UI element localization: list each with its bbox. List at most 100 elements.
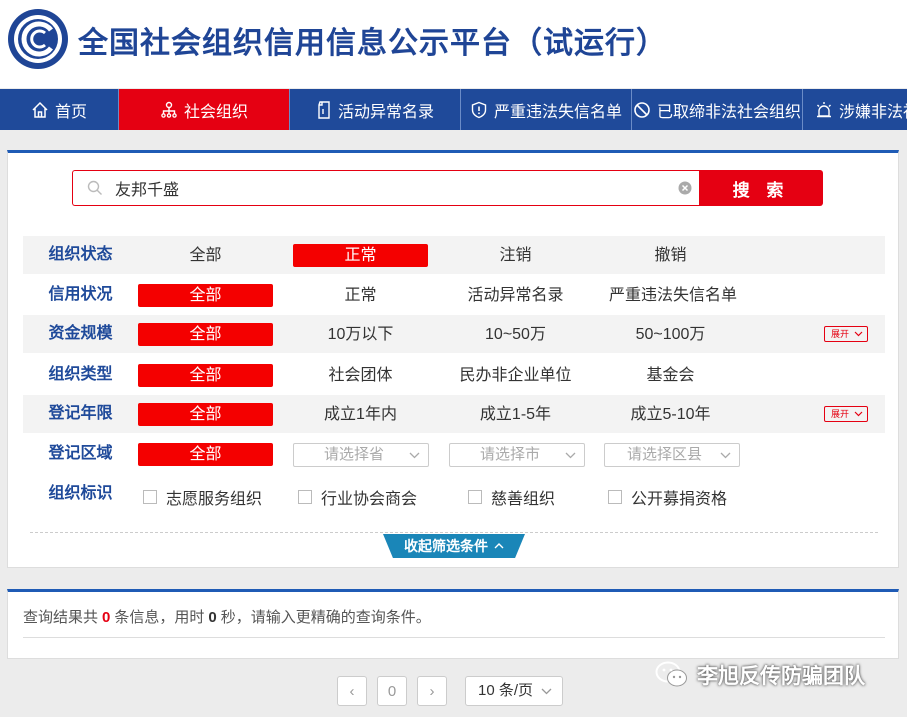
province-select[interactable]: 请选择省 xyxy=(293,443,429,467)
capital-expand-button[interactable]: 展开 xyxy=(824,326,868,342)
wechat-icon xyxy=(655,661,687,687)
credit-option-normal[interactable]: 正常 xyxy=(293,284,428,307)
filter-row-years: 登记年限 全部 成立1年内 成立1-5年 成立5-10年 展开 xyxy=(23,395,885,433)
type-option-all[interactable]: 全部 xyxy=(138,364,273,387)
type-option-private-nonprofit[interactable]: 民办非企业单位 xyxy=(448,364,583,387)
status-option-all[interactable]: 全部 xyxy=(138,244,273,267)
nav-item-suspected-illegal[interactable]: 涉嫌非法社 xyxy=(802,89,907,130)
nav-item-banned-orgs[interactable]: 已取缔非法社会组织 xyxy=(631,89,802,130)
result-count: 0 xyxy=(102,609,111,626)
alarm-light-icon xyxy=(817,101,831,117)
credit-option-dishonest[interactable]: 严重违法失信名单 xyxy=(603,284,743,307)
document-icon xyxy=(318,100,330,119)
filter-label-tags: 组织标识 xyxy=(48,485,113,502)
region-option-all[interactable]: 全部 xyxy=(138,443,273,466)
status-option-revoked[interactable]: 撤销 xyxy=(603,244,738,267)
current-page[interactable]: 0 xyxy=(377,676,407,706)
nav-label-social-org: 社会组织 xyxy=(183,103,248,121)
collapse-filters-label: 收起筛选条件 xyxy=(404,538,488,554)
credit-option-abnormal[interactable]: 活动异常名录 xyxy=(448,284,583,307)
current-page-number: 0 xyxy=(387,682,397,700)
filter-panel: 搜 索 组织状态 全部 正常 注销 撤销 信用状况 全部 正常 活动异常名录 严… xyxy=(7,150,899,568)
years-expand-button[interactable]: 展开 xyxy=(824,406,868,422)
divider xyxy=(23,637,885,638)
site-title: 全国社会组织信用信息公示平台（试运行） xyxy=(78,27,667,60)
search-input[interactable] xyxy=(115,171,675,205)
type-option-social-group[interactable]: 社会团体 xyxy=(293,364,428,387)
nav-label-abnormal-list: 活动异常名录 xyxy=(337,103,434,121)
chevron-down-icon xyxy=(854,411,863,417)
nav-item-social-org[interactable]: 社会组织 xyxy=(118,89,289,130)
nav-label-dishonest-list: 严重违法失信名单 xyxy=(493,103,622,121)
city-select[interactable]: 请选择市 xyxy=(449,443,585,467)
nav-item-abnormal-list[interactable]: 活动异常名录 xyxy=(289,89,460,130)
capital-expand-label: 展开 xyxy=(831,329,850,339)
prev-page-button[interactable]: ‹ xyxy=(337,676,367,706)
checkbox[interactable] xyxy=(608,490,622,504)
tag-label-charity: 慈善组织 xyxy=(491,491,556,508)
search-box xyxy=(72,170,700,206)
credit-option-all[interactable]: 全部 xyxy=(138,284,273,307)
chevron-down-icon xyxy=(720,452,731,459)
filter-row-status: 组织状态 全部 正常 注销 撤销 xyxy=(23,236,885,274)
chevron-left-icon: ‹ xyxy=(349,682,355,700)
page-size-select[interactable]: 10 条/页 xyxy=(465,676,563,706)
chevron-down-icon xyxy=(854,331,863,337)
checkbox[interactable] xyxy=(468,490,482,504)
collapse-filters-button[interactable]: 收起筛选条件 xyxy=(383,534,525,558)
tag-label-public-fundraising: 公开募捐资格 xyxy=(631,491,728,508)
filter-row-type: 组织类型 全部 社会团体 民办非企业单位 基金会 xyxy=(23,356,885,394)
chevron-down-icon xyxy=(565,452,576,459)
capital-option-all[interactable]: 全部 xyxy=(138,323,273,346)
result-panel: 查询结果共 0 条信息，用时 0 秒，请输入更精确的查询条件。 xyxy=(7,589,899,659)
checkbox[interactable] xyxy=(298,490,312,504)
capital-option-100k-500k[interactable]: 10~50万 xyxy=(448,323,583,346)
shield-alert-icon xyxy=(471,101,487,118)
filter-row-capital: 资金规模 全部 10万以下 10~50万 50~100万 展开 xyxy=(23,315,885,353)
search-button[interactable]: 搜 索 xyxy=(699,170,823,206)
years-option-under-1[interactable]: 成立1年内 xyxy=(293,403,428,426)
search-icon xyxy=(87,180,102,195)
filter-row-credit: 信用状况 全部 正常 活动异常名录 严重违法失信名单 xyxy=(23,276,885,314)
platform-emblem-icon[interactable] xyxy=(7,8,69,70)
tag-checkbox-charity[interactable]: 慈善组织 xyxy=(468,485,555,509)
filter-label-capital: 资金规模 xyxy=(48,325,113,342)
nav-label-banned-orgs: 已取缔非法社会组织 xyxy=(656,103,801,121)
result-prefix: 查询结果共 xyxy=(23,609,99,626)
years-option-5-10[interactable]: 成立5-10年 xyxy=(603,403,738,426)
filter-label-credit: 信用状况 xyxy=(48,286,113,303)
province-select-placeholder: 请选择省 xyxy=(324,446,385,463)
main-nav: 首页 社会组织 活动异常名录 严重违法失信名单 已取缔非法社会组织 涉嫌非法社 xyxy=(0,89,907,130)
filter-label-type: 组织类型 xyxy=(48,366,113,383)
chevron-right-icon: › xyxy=(429,682,435,700)
filter-row-tags: 组织标识 志愿服务组织 行业协会商会 慈善组织 公开募捐资格 xyxy=(23,475,885,513)
tag-checkbox-volunteer[interactable]: 志愿服务组织 xyxy=(143,485,262,509)
next-page-button[interactable]: › xyxy=(417,676,447,706)
nav-label-home: 首页 xyxy=(54,103,87,121)
county-select[interactable]: 请选择区县 xyxy=(604,443,740,467)
nav-label-suspected-illegal: 涉嫌非法社 xyxy=(839,103,907,121)
checkbox[interactable] xyxy=(143,490,157,504)
tag-checkbox-public-fundraising[interactable]: 公开募捐资格 xyxy=(608,485,727,509)
nav-item-home[interactable]: 首页 xyxy=(0,89,118,130)
result-suffix: 秒，请输入更精确的查询条件。 xyxy=(220,609,431,626)
type-option-foundation[interactable]: 基金会 xyxy=(603,364,738,387)
divider xyxy=(30,532,878,533)
chevron-down-icon xyxy=(409,452,420,459)
result-summary: 查询结果共 0 条信息，用时 0 秒，请输入更精确的查询条件。 xyxy=(23,606,431,627)
city-select-placeholder: 请选择市 xyxy=(480,446,541,463)
status-option-cancelled[interactable]: 注销 xyxy=(448,244,583,267)
capital-option-under-100k[interactable]: 10万以下 xyxy=(293,323,428,346)
filter-label-status: 组织状态 xyxy=(48,246,113,263)
status-option-normal[interactable]: 正常 xyxy=(293,244,428,267)
page-size-label: 10 条/页 xyxy=(478,682,534,699)
county-select-placeholder: 请选择区县 xyxy=(627,446,703,463)
clear-icon[interactable] xyxy=(678,181,692,195)
years-option-1-5[interactable]: 成立1-5年 xyxy=(448,403,583,426)
nav-item-dishonest-list[interactable]: 严重违法失信名单 xyxy=(460,89,631,130)
tag-label-industry-assoc: 行业协会商会 xyxy=(321,491,418,508)
years-option-all[interactable]: 全部 xyxy=(138,403,273,426)
capital-option-500k-1m[interactable]: 50~100万 xyxy=(603,323,738,346)
watermark: 李旭反传防骗团队 xyxy=(655,660,865,690)
tag-checkbox-industry-assoc[interactable]: 行业协会商会 xyxy=(298,485,417,509)
